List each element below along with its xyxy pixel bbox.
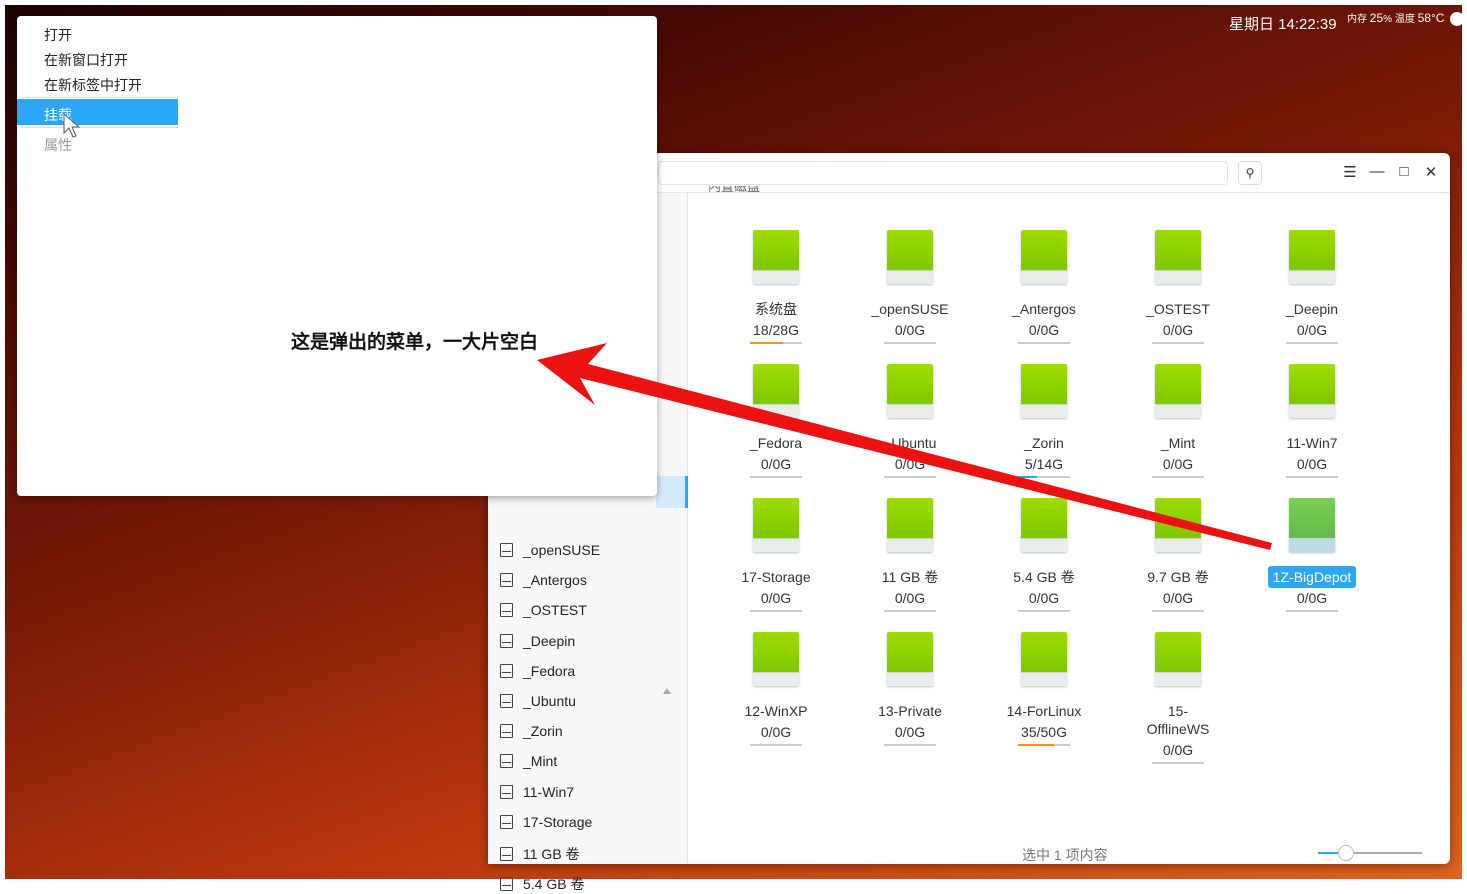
annotation-arrow xyxy=(537,343,1272,550)
annotation-text: 这是弹出的菜单，一大片空白 xyxy=(291,332,539,353)
arrow-shape xyxy=(537,343,1272,550)
